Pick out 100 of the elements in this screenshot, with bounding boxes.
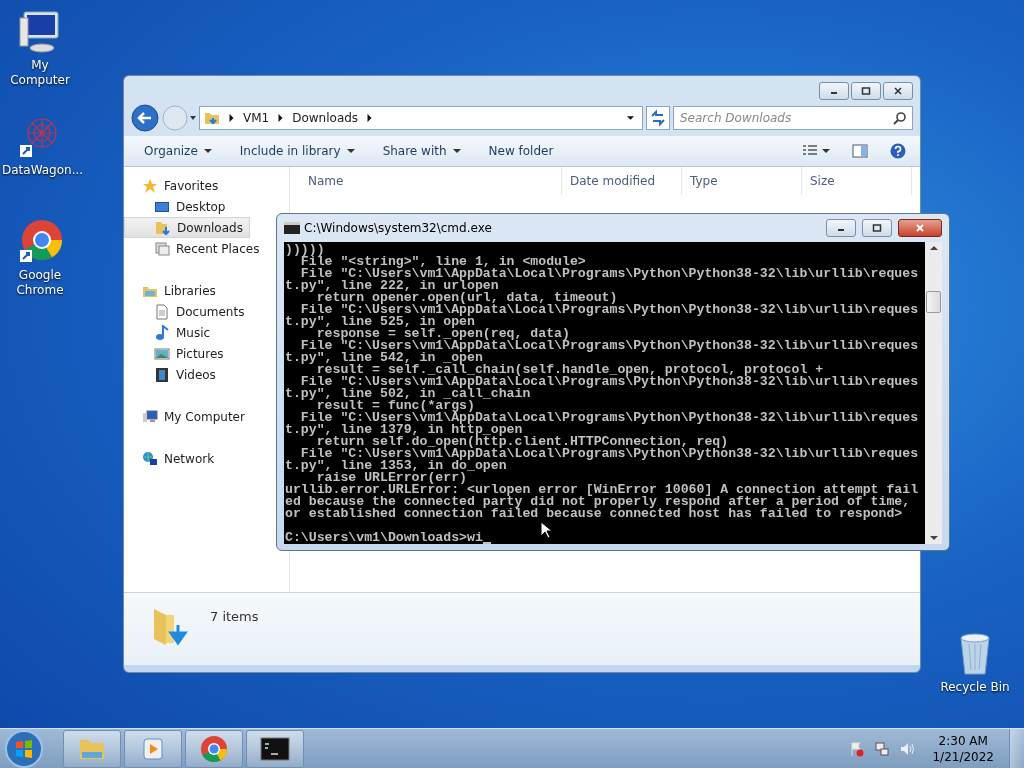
caret-icon[interactable] bbox=[822, 148, 830, 154]
toolbar-button[interactable]: New folder bbox=[480, 140, 562, 162]
nav-item[interactable]: Network bbox=[124, 448, 221, 469]
toolbar-button[interactable]: Include in library bbox=[231, 140, 363, 162]
caret-icon bbox=[452, 148, 461, 154]
help-icon[interactable] bbox=[890, 143, 906, 159]
close-icon bbox=[893, 86, 903, 96]
address-bar[interactable]: VM1 Downloads bbox=[199, 106, 643, 130]
console-line: File "C:\Users\vm1\AppData\Local\Programs\Python\Python38-32\lib\urllib\reques bbox=[300, 268, 920, 280]
column-header[interactable]: Type bbox=[682, 167, 802, 195]
nav-item[interactable]: Music bbox=[124, 322, 217, 343]
nav-item[interactable]: Videos bbox=[124, 364, 222, 385]
preview-pane-icon[interactable] bbox=[852, 143, 868, 159]
dropdown-icon[interactable] bbox=[627, 114, 634, 122]
console-line: t.py", line 1353, in do_open bbox=[285, 460, 507, 472]
console-line: or established connection failed because connected host has failed to respond> bbox=[285, 508, 903, 520]
downloads-icon bbox=[155, 219, 171, 236]
desktop-icon-label[interactable]: My Computer bbox=[2, 58, 78, 88]
music-icon bbox=[154, 324, 170, 341]
console-line: urllib.error.URLError: <urlopen error [WinError 10060] A connection attempt fail bbox=[285, 484, 920, 496]
scroll-down-icon[interactable] bbox=[929, 535, 938, 541]
computer-icon bbox=[142, 408, 158, 425]
console-line: File "C:\Users\vm1\AppData\Local\Programs\Python\Python38-32\lib\urllib\reques bbox=[300, 340, 920, 352]
item-count: 7 items bbox=[210, 609, 259, 624]
nav-item[interactable]: My Computer bbox=[124, 406, 251, 427]
nav-item[interactable]: Documents bbox=[124, 301, 251, 322]
command-prompt: C:\Users\vm1\Downloads>wi bbox=[285, 530, 483, 544]
mouse-pointer-icon bbox=[540, 521, 552, 539]
console-icon bbox=[284, 222, 300, 234]
window-title: C:\Windows\system32\cmd.exe bbox=[304, 221, 492, 235]
pictures-icon bbox=[154, 345, 170, 362]
toolbar-button[interactable]: Organize bbox=[136, 140, 220, 162]
breadcrumb-item[interactable]: Downloads bbox=[292, 111, 359, 125]
console-line: File "C:\Users\vm1\AppData\Local\Programs\Python\Python38-32\lib\urllib\reques bbox=[300, 448, 920, 460]
nav-item[interactable]: Downloads bbox=[124, 217, 250, 238]
clock-time: 2:30 AM bbox=[938, 732, 988, 749]
start-button-icon[interactable] bbox=[4, 728, 44, 768]
console-line: result = self._call_chain(self.handle_open, protocol, protocol + bbox=[316, 364, 824, 376]
videos-icon bbox=[154, 366, 170, 383]
column-header[interactable]: Date modified bbox=[562, 167, 682, 195]
desktop-icon-label[interactable]: Recycle Bin bbox=[937, 680, 1013, 695]
console-line: ed because the connected party did not properly respond after a period of time, bbox=[285, 496, 912, 508]
console-line: t.py", line 525, in open bbox=[285, 316, 475, 328]
refresh-icon[interactable] bbox=[646, 106, 670, 130]
minimize-button[interactable] bbox=[826, 219, 856, 237]
search-icon bbox=[893, 111, 907, 125]
caret-icon bbox=[346, 148, 355, 154]
scroll-up-icon[interactable] bbox=[929, 245, 938, 251]
breadcrumb-item[interactable]: VM1 bbox=[243, 111, 270, 125]
console-line: File "C:\Users\vm1\AppData\Local\Programs\Python\Python38-32\lib\urllib\reques bbox=[300, 376, 920, 388]
column-header[interactable]: Name bbox=[290, 167, 562, 195]
maximize-icon bbox=[861, 86, 871, 96]
maximize-icon bbox=[872, 223, 882, 233]
console-line: response = self._open(req, data) bbox=[316, 328, 570, 340]
folder-icon bbox=[204, 110, 220, 126]
console-line: t.py", line 1379, in http_open bbox=[285, 424, 523, 436]
clock-date: 1/21/2022 bbox=[932, 748, 994, 765]
scrollbar-thumb[interactable] bbox=[926, 291, 941, 313]
desktop-icon-label[interactable]: Google Chrome bbox=[2, 268, 78, 298]
console-line: t.py", line 502, in _call_chain bbox=[285, 388, 531, 400]
console-line: return opener.open(url, data, timeout) bbox=[316, 292, 618, 304]
console-line: ))))) bbox=[285, 244, 325, 256]
maximize-button[interactable] bbox=[862, 219, 892, 237]
nav-item[interactable]: Libraries bbox=[124, 280, 222, 301]
caret-icon bbox=[203, 148, 212, 154]
console-line: File "C:\Users\vm1\AppData\Local\Programs\Python\Python38-32\lib\urllib\reques bbox=[300, 412, 920, 424]
chevron-icon bbox=[277, 114, 285, 122]
maximize-button[interactable] bbox=[851, 82, 881, 100]
console-line: t.py", line 542, in _open bbox=[285, 352, 483, 364]
network-icon bbox=[142, 450, 158, 467]
network-icon[interactable] bbox=[874, 740, 891, 757]
document-icon bbox=[154, 303, 170, 320]
console-line: raise URLError(err) bbox=[316, 472, 468, 484]
console-line: File "C:\Users\vm1\AppData\Local\Programs\Python\Python38-32\lib\urllib\reques bbox=[300, 304, 920, 316]
console-line: return self.do_open(http.client.HTTPConnection, req) bbox=[316, 436, 729, 448]
flag-icon[interactable] bbox=[849, 740, 866, 757]
taskbar-button[interactable] bbox=[246, 729, 304, 768]
scrollbar[interactable] bbox=[925, 242, 942, 544]
nav-item[interactable]: Favorites bbox=[124, 175, 225, 196]
search-field[interactable]: Search Downloads bbox=[673, 106, 913, 130]
console-line: File "<string>", line 1, in <module> bbox=[300, 256, 586, 268]
console-line: t.py", line 222, in urlopen bbox=[285, 280, 499, 292]
nav-item[interactable]: Recent Places bbox=[124, 238, 266, 259]
close-button[interactable] bbox=[898, 219, 942, 237]
recent-icon bbox=[154, 240, 170, 257]
text-cursor bbox=[482, 542, 491, 544]
back-icon[interactable] bbox=[131, 104, 159, 132]
toolbar-button[interactable]: Share with bbox=[374, 140, 469, 162]
chevron-icon bbox=[228, 114, 235, 122]
column-header[interactable]: Size bbox=[802, 167, 912, 195]
close-icon bbox=[915, 223, 925, 233]
console-line: result = func(*args) bbox=[316, 400, 475, 412]
star-icon bbox=[142, 177, 158, 194]
close-button[interactable] bbox=[883, 82, 913, 100]
nav-item[interactable]: Pictures bbox=[124, 343, 230, 364]
minimize-button[interactable] bbox=[819, 82, 849, 100]
chrome-icon bbox=[199, 733, 229, 764]
clock[interactable]: 2:30 AM 1/21/2022 bbox=[932, 732, 994, 765]
nav-item[interactable]: Desktop bbox=[124, 196, 232, 217]
chevron-icon bbox=[366, 114, 374, 122]
